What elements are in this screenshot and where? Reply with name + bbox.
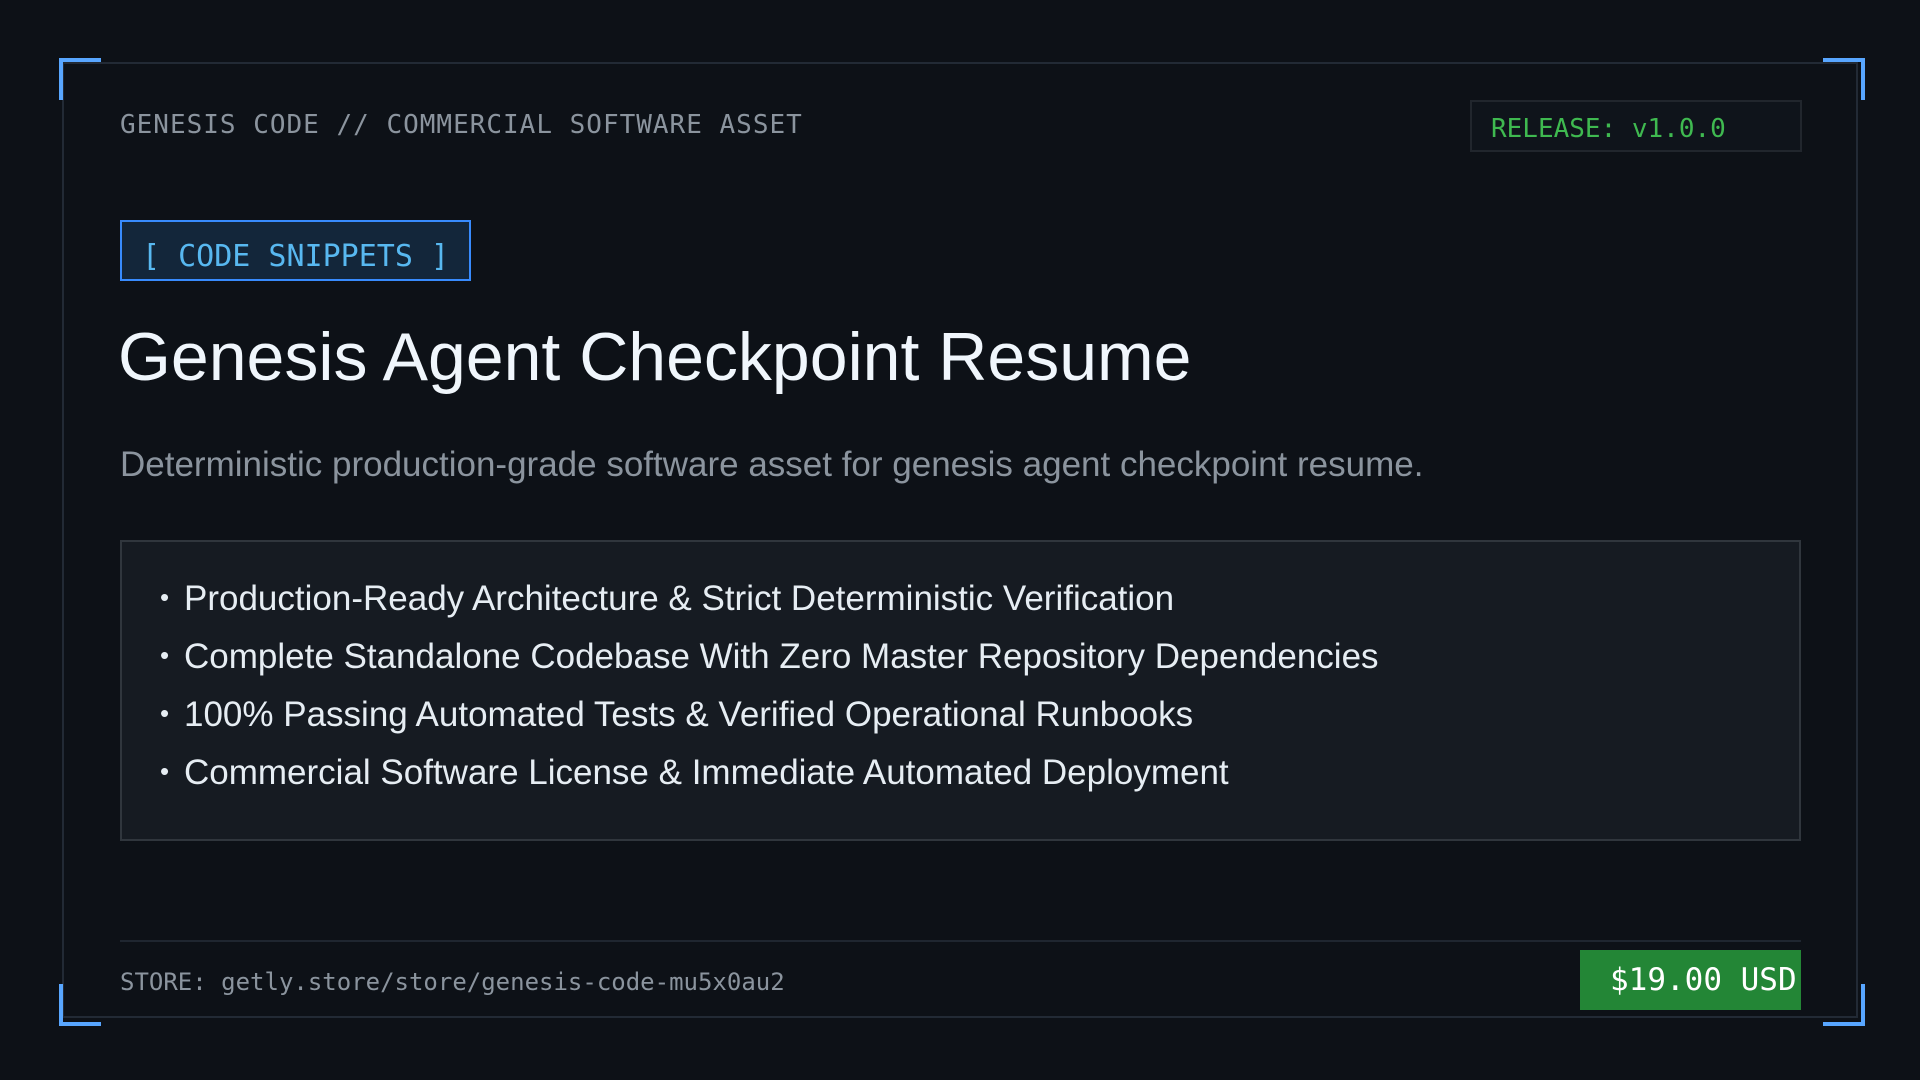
release-badge: RELEASE: v1.0.0 (1470, 100, 1802, 152)
corner-bracket-top-right (1823, 58, 1865, 100)
category-tag: [ CODE SNIPPETS ] (120, 220, 472, 281)
corner-bracket-bottom-left (59, 984, 101, 1026)
feature-list-panel: • Production-Ready Architecture & Strict … (120, 540, 1801, 841)
price-badge[interactable]: $19.00 USD (1580, 950, 1801, 1010)
header-label: GENESIS CODE // COMMERCIAL SOFTWARE ASSE… (120, 110, 803, 140)
feature-text: Complete Standalone Codebase With Zero M… (184, 637, 1379, 676)
bullet-icon: • (160, 582, 170, 612)
feature-list: • Production-Ready Architecture & Strict … (160, 576, 1799, 808)
footer-divider (120, 940, 1801, 942)
bullet-icon: • (160, 640, 170, 670)
bullet-icon: • (160, 698, 170, 728)
feature-item: • Complete Standalone Codebase With Zero … (160, 634, 1799, 692)
store-link[interactable]: STORE: getly.store/store/genesis-code-mu… (120, 968, 785, 996)
feature-text: Production-Ready Architecture & Strict D… (184, 579, 1175, 618)
corner-bracket-top-left (59, 58, 101, 100)
corner-bracket-bottom-right (1823, 984, 1865, 1026)
page-title: Genesis Agent Checkpoint Resume (118, 319, 1192, 395)
feature-text: Commercial Software License & Immediate … (184, 753, 1229, 792)
feature-item: • 100% Passing Automated Tests & Verified… (160, 692, 1799, 750)
feature-text: 100% Passing Automated Tests & Verified … (184, 695, 1194, 734)
feature-item: • Production-Ready Architecture & Strict … (160, 576, 1799, 634)
feature-item: • Commercial Software License & Immediate… (160, 750, 1799, 808)
product-subtitle: Deterministic production-grade software … (120, 445, 1424, 484)
bullet-icon: • (160, 756, 170, 786)
